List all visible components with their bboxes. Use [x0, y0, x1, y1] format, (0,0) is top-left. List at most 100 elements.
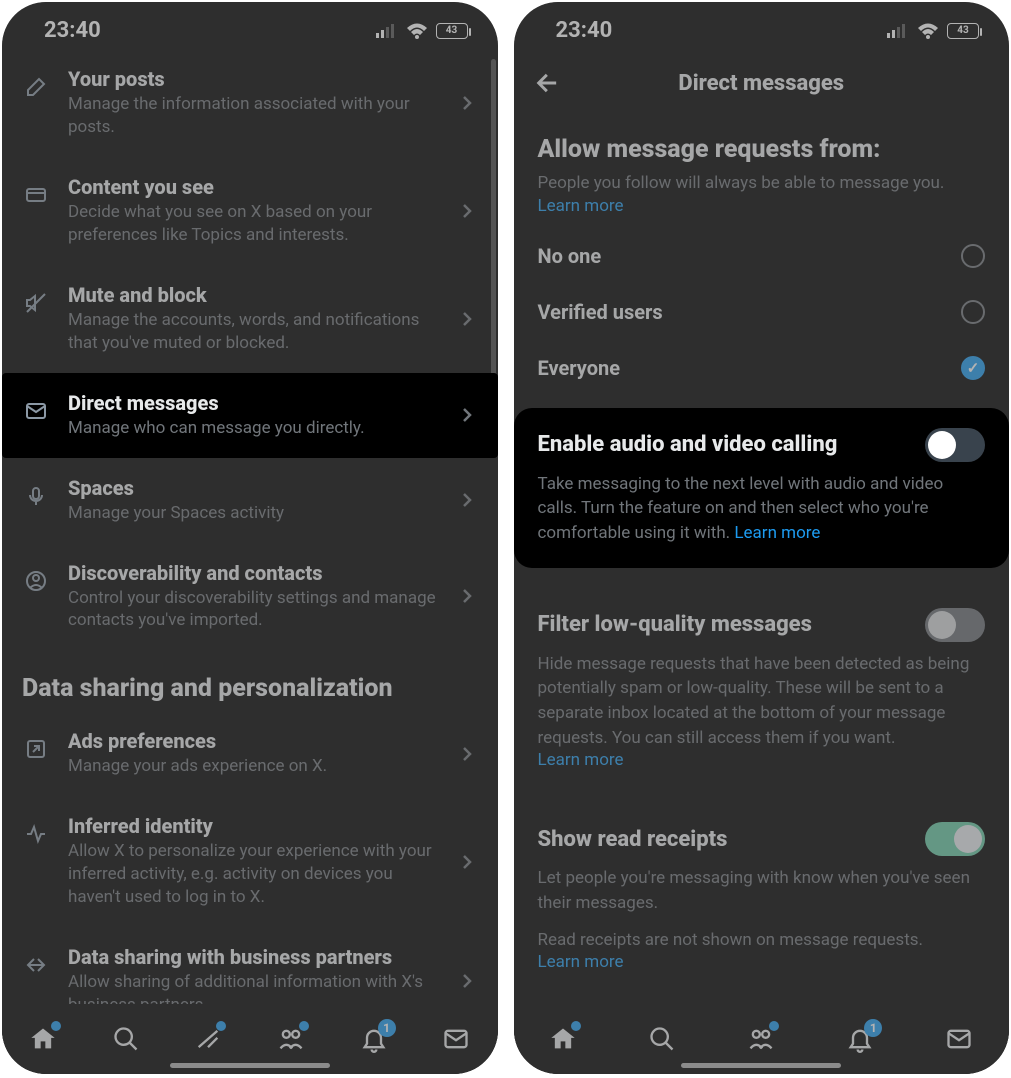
item-subtitle: Manage the information associated with y…	[68, 93, 442, 139]
chevron-right-icon	[460, 91, 478, 115]
read-receipts-desc2: Read receipts are not shown on message r…	[538, 928, 986, 953]
home-indicator[interactable]	[170, 1063, 330, 1068]
battery-icon: 43	[436, 23, 468, 39]
external-icon	[22, 737, 50, 761]
item-title: Inferred identity	[68, 814, 442, 838]
item-title: Data sharing with business partners	[68, 945, 442, 969]
radio-label: Verified users	[538, 300, 663, 324]
tab-messages[interactable]	[945, 1025, 973, 1053]
chevron-right-icon	[460, 488, 478, 512]
item-subtitle: Manage who can message you directly.	[68, 417, 442, 440]
chevron-right-icon	[460, 850, 478, 874]
chevron-right-icon	[460, 403, 478, 427]
notification-dot	[51, 1021, 61, 1031]
settings-item-ads-preferences[interactable]: Ads preferencesManage your ads experienc…	[2, 711, 498, 796]
radio-verified-users[interactable]: Verified users	[514, 284, 1010, 340]
item-subtitle: Manage your Spaces activity	[68, 502, 442, 525]
allow-requests-sub: People you follow will always be able to…	[514, 168, 1010, 196]
status-time: 23:40	[556, 18, 613, 43]
wifi-icon	[917, 23, 939, 39]
tab-communities[interactable]	[747, 1025, 775, 1053]
learn-more-link[interactable]: Learn more	[538, 750, 986, 782]
settings-item-your-posts[interactable]: Your postsManage the information associa…	[2, 49, 498, 157]
profile-icon	[22, 569, 50, 593]
radio-label: Everyone	[538, 356, 621, 380]
notification-badge: 1	[378, 1019, 396, 1037]
settings-item-spaces[interactable]: SpacesManage your Spaces activity	[2, 458, 498, 543]
tab-home[interactable]	[29, 1025, 57, 1053]
settings-item-discoverability-and-contacts[interactable]: Discoverability and contactsControl your…	[2, 543, 498, 651]
radio-button[interactable]	[961, 356, 985, 380]
item-title: Your posts	[68, 67, 442, 91]
status-bar: 23:40 43	[514, 2, 1010, 49]
item-title: Spaces	[68, 476, 442, 500]
notification-dot	[216, 1021, 226, 1031]
av-calling-toggle[interactable]	[925, 428, 985, 462]
status-time: 23:40	[44, 18, 101, 43]
envelope-icon	[22, 399, 50, 423]
home-indicator[interactable]	[681, 1063, 841, 1068]
tab-notifications[interactable]: 1	[360, 1025, 388, 1053]
status-bar: 23:40 43	[2, 2, 498, 49]
page-header: Direct messages	[514, 49, 1010, 117]
phone-right: 23:40 43 Direct messages Allow message r…	[514, 2, 1010, 1074]
learn-more-link[interactable]: Learn more	[514, 196, 1010, 228]
item-subtitle: Allow X to personalize your experience w…	[68, 840, 442, 909]
tab-home[interactable]	[549, 1025, 577, 1053]
av-calling-desc: Take messaging to the next level with au…	[538, 472, 986, 546]
scroll-indicator[interactable]	[491, 59, 496, 409]
notification-dot	[299, 1021, 309, 1031]
chevron-right-icon	[460, 307, 478, 331]
item-title: Ads preferences	[68, 729, 442, 753]
filter-toggle[interactable]	[925, 608, 985, 642]
radio-button[interactable]	[961, 300, 985, 324]
item-title: Mute and block	[68, 283, 442, 307]
spaces-icon	[22, 484, 50, 508]
tab-grok[interactable]	[194, 1025, 222, 1053]
mute-icon	[22, 291, 50, 315]
tab-search[interactable]	[648, 1025, 676, 1053]
item-subtitle: Control your discoverability settings an…	[68, 587, 442, 633]
audio-video-card: Enable audio and video calling Take mess…	[514, 408, 1010, 568]
item-subtitle: Decide what you see on X based on your p…	[68, 201, 442, 247]
cellular-icon	[887, 24, 909, 38]
settings-item-direct-messages[interactable]: Direct messagesManage who can message yo…	[2, 373, 498, 458]
activity-icon	[22, 822, 50, 846]
allow-requests-title: Allow message requests from:	[514, 117, 1010, 168]
notification-dot	[571, 1021, 581, 1031]
chevron-right-icon	[460, 969, 478, 993]
section-header-data-sharing: Data sharing and personalization	[2, 650, 498, 711]
tab-notifications[interactable]: 1	[846, 1025, 874, 1053]
tab-communities[interactable]	[277, 1025, 305, 1053]
cellular-icon	[376, 24, 398, 38]
notification-dot	[769, 1021, 779, 1031]
read-receipts-toggle[interactable]	[925, 822, 985, 856]
chevron-right-icon	[460, 199, 478, 223]
item-title: Content you see	[68, 175, 442, 199]
share-icon	[22, 953, 50, 977]
tab-messages[interactable]	[442, 1025, 470, 1053]
pencil-icon	[22, 75, 50, 99]
read-receipts-desc1: Let people you're messaging with know wh…	[538, 866, 986, 915]
page-title: Direct messages	[514, 71, 1010, 96]
settings-item-inferred-identity[interactable]: Inferred identityAllow X to personalize …	[2, 796, 498, 927]
item-title: Discoverability and contacts	[68, 561, 442, 585]
learn-more-link[interactable]: Learn more	[538, 952, 986, 984]
settings-item-content-you-see[interactable]: Content you seeDecide what you see on X …	[2, 157, 498, 265]
av-calling-title: Enable audio and video calling	[538, 432, 838, 457]
wifi-icon	[406, 23, 428, 39]
settings-item-mute-and-block[interactable]: Mute and blockManage the accounts, words…	[2, 265, 498, 373]
chevron-right-icon	[460, 584, 478, 608]
radio-button[interactable]	[961, 244, 985, 268]
item-title: Direct messages	[68, 391, 442, 415]
learn-more-link[interactable]: Learn more	[734, 523, 820, 543]
radio-everyone[interactable]: Everyone	[514, 340, 1010, 396]
radio-no-one[interactable]: No one	[514, 228, 1010, 284]
item-subtitle: Manage the accounts, words, and notifica…	[68, 309, 442, 355]
phone-left: 23:40 43 Your postsManage the informatio…	[2, 2, 498, 1074]
radio-label: No one	[538, 244, 602, 268]
tab-search[interactable]	[112, 1025, 140, 1053]
read-receipts-title: Show read receipts	[538, 827, 728, 852]
card-icon	[22, 183, 50, 207]
battery-icon: 43	[947, 23, 979, 39]
